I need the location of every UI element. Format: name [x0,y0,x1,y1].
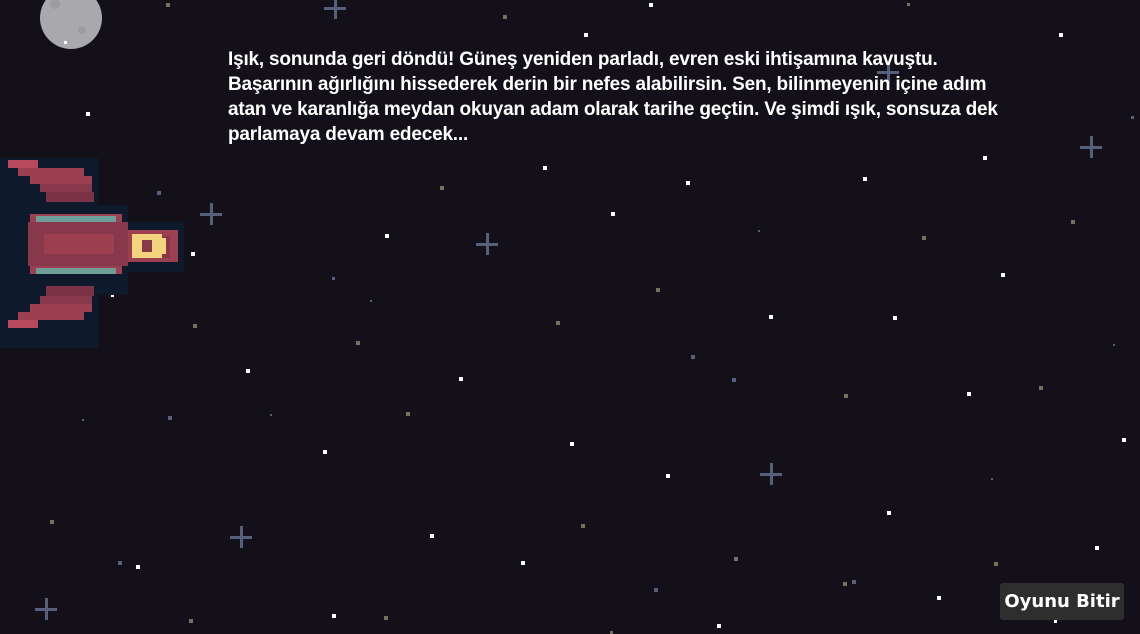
star [406,412,410,416]
moon-icon [40,0,102,49]
star [656,288,660,292]
star [922,236,926,240]
star [323,450,327,454]
game-scene: Işık, sonunda geri döndü! Güneş yeniden … [0,0,1140,634]
star [570,442,574,446]
star [686,181,690,185]
star [1054,620,1057,623]
star [1059,33,1063,37]
star [994,562,998,566]
star [1113,344,1115,346]
star [440,186,444,190]
star [844,394,848,398]
star [193,324,197,328]
star [503,15,507,19]
star [430,534,434,538]
story-text: Işık, sonunda geri döndü! Güneş yeniden … [228,49,998,145]
star [384,616,388,620]
star [1131,116,1134,119]
star [937,596,941,600]
star [332,277,335,280]
star [907,3,910,6]
star [581,524,585,528]
star [166,3,170,7]
sparkle-icon [1080,136,1102,158]
star [1122,438,1126,442]
star [82,419,84,421]
star [1071,220,1075,224]
star [1095,546,1099,550]
star [654,588,658,592]
star [991,478,993,480]
star [769,315,773,319]
sparkle-icon [324,0,346,19]
star [852,580,856,584]
star [734,557,738,561]
star [118,561,122,565]
star [459,377,463,381]
sparkle-icon [760,463,782,485]
star [385,234,389,238]
star [717,624,721,628]
star [843,582,847,586]
star [270,414,272,416]
star [649,3,653,7]
star [732,378,736,382]
star [983,156,987,160]
star [863,177,867,181]
star [543,166,547,170]
star [191,252,195,256]
star [86,112,90,116]
star [1039,386,1043,390]
sparkle-icon [230,526,252,548]
star [370,300,372,302]
sparkle-icon [476,233,498,255]
star [521,561,525,565]
star [691,355,695,359]
star [168,416,172,420]
star [356,341,360,345]
star [50,520,54,524]
star [666,474,670,478]
end-game-button[interactable]: Oyunu Bitir [1000,583,1124,620]
star [893,316,897,320]
sparkle-icon [200,203,222,225]
star [189,619,193,623]
star [758,230,760,232]
star [611,212,615,216]
star [967,392,971,396]
star [64,41,67,44]
star [556,321,560,325]
star [157,191,161,195]
star [1001,273,1005,277]
star [332,614,336,618]
star [887,511,891,515]
star [584,33,588,37]
star [246,369,250,373]
sparkle-icon [35,598,57,620]
star [136,565,140,569]
spaceship-icon [0,158,184,348]
